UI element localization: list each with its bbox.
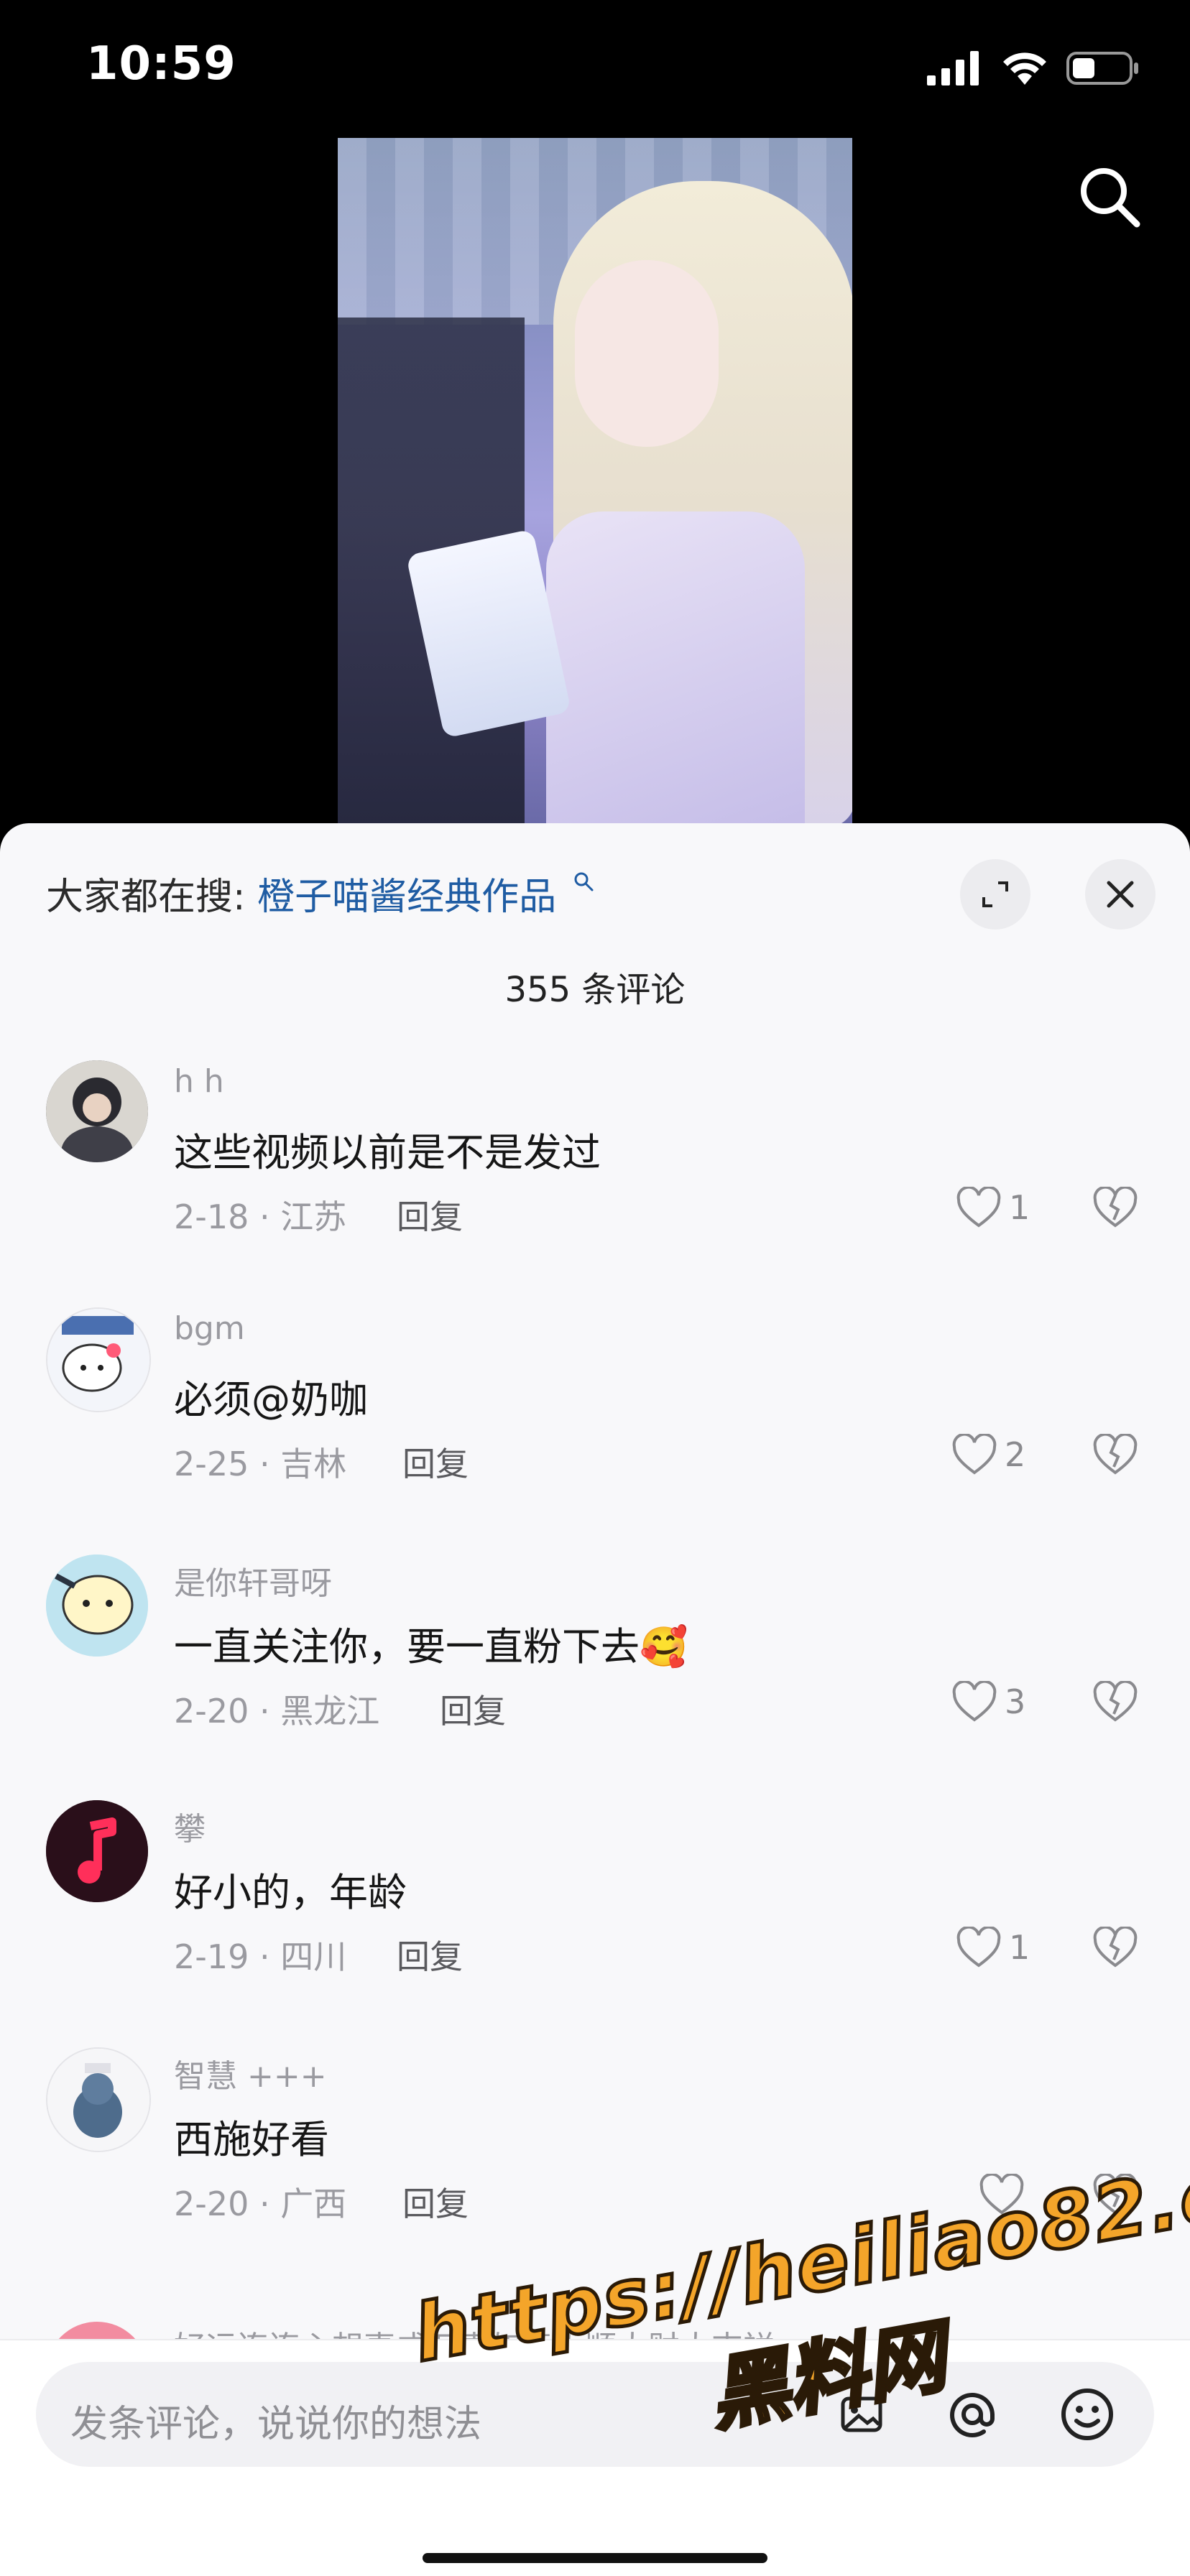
like-button[interactable]: 3 — [951, 1681, 1025, 1723]
emoji-button[interactable] — [1055, 2382, 1120, 2447]
heart-icon — [956, 1927, 1001, 1968]
comment-meta: 2-20 · 广西 — [174, 2184, 347, 2223]
heart-icon — [952, 1681, 997, 1722]
username[interactable]: 是你轩哥呀 — [174, 1557, 332, 1603]
comment-text: 必须@奶咖 — [174, 1377, 368, 1422]
video-player[interactable] — [338, 138, 852, 825]
comment-item: 是你轩哥呀 一直关注你，要一直粉下去🥰 2-20 · 黑龙江 回复 3 — [0, 1555, 1190, 1792]
search-suggestion: 大家都在搜: 橙子喵酱经典作品 — [46, 866, 594, 920]
comment-text: 一直关注你，要一直粉下去🥰 — [174, 1615, 688, 1672]
wifi-icon — [1003, 52, 1046, 85]
avatar-image — [47, 1309, 149, 1411]
like-count: 1 — [1009, 1928, 1030, 1967]
comment-meta: 2-25 · 吉林 — [174, 1445, 347, 1483]
avatar-image — [46, 1555, 148, 1657]
close-button[interactable] — [1085, 859, 1156, 930]
comment-item: h h 这些视频以前是不是发过 2-18 · 江苏 回复 1 — [0, 1060, 1190, 1297]
close-icon — [1107, 881, 1134, 908]
avatar[interactable] — [46, 2047, 151, 2152]
heart-icon — [952, 1434, 997, 1475]
avatar-image — [47, 2049, 149, 2151]
comment-meta: 2-19 · 四川 — [174, 1937, 347, 1976]
reply-button[interactable]: 回复 — [440, 1685, 506, 1733]
comments-count: 355 条评论 — [504, 970, 686, 1010]
like-button[interactable]: 1 — [956, 1187, 1030, 1228]
username[interactable]: 攀 — [174, 1803, 206, 1849]
comment-meta: 2-20 · 黑龙江 — [174, 1692, 380, 1731]
expand-icon — [982, 881, 1008, 907]
dislike-button[interactable] — [1092, 1432, 1138, 1478]
reply-button[interactable]: 回复 — [397, 1191, 463, 1238]
like-count: 1 — [1009, 1188, 1030, 1227]
dislike-button[interactable] — [1092, 1185, 1138, 1231]
avatar[interactable] — [46, 1307, 151, 1412]
like-button[interactable]: 1 — [956, 1927, 1030, 1968]
suggestion-link[interactable]: 橙子喵酱经典作品 — [257, 876, 556, 919]
broken-heart-icon — [1093, 1680, 1138, 1722]
comment-item: bgm 必须@奶咖 2-25 · 吉林 回复 2 — [0, 1307, 1190, 1544]
dislike-button[interactable] — [1092, 1925, 1138, 1971]
comment-text: 这些视频以前是不是发过 — [174, 1130, 601, 1175]
avatar[interactable] — [46, 1555, 148, 1657]
username[interactable]: bgm — [174, 1310, 245, 1347]
dislike-button[interactable] — [1092, 1680, 1138, 1725]
broken-heart-icon — [1093, 1432, 1138, 1475]
music-note-icon — [46, 1800, 148, 1902]
comment-item: 攀 好小的，年龄 2-19 · 四川 回复 1 — [0, 1800, 1190, 2037]
cellular-signal-icon — [927, 51, 979, 85]
reply-button[interactable]: 回复 — [402, 1438, 469, 1486]
username[interactable]: 智慧 +++ — [174, 2050, 327, 2096]
status-time: 10:59 — [86, 37, 236, 91]
video-subject-face — [575, 260, 719, 447]
reply-button[interactable]: 回复 — [402, 2178, 469, 2225]
search-icon — [1081, 168, 1140, 228]
status-icons — [927, 50, 1140, 86]
home-indicator — [423, 2553, 767, 2563]
search-button[interactable] — [1076, 164, 1141, 228]
like-count: 2 — [1005, 1435, 1026, 1474]
battery-icon — [1066, 52, 1138, 85]
avatar[interactable] — [46, 1060, 148, 1162]
comment-input-placeholder: 发条评论，说说你的想法 — [70, 2403, 482, 2446]
expand-button[interactable] — [960, 859, 1030, 930]
reply-button[interactable]: 回复 — [397, 1931, 463, 1978]
smiley-icon — [1061, 2389, 1113, 2440]
avatar[interactable] — [46, 1800, 148, 1902]
like-button[interactable]: 2 — [951, 1434, 1025, 1475]
avatar-image — [46, 1060, 148, 1162]
status-bar: 10:59 — [0, 0, 1190, 136]
broken-heart-icon — [1093, 1185, 1138, 1228]
broken-heart-icon — [1093, 1925, 1138, 1968]
username[interactable]: h h — [174, 1063, 224, 1100]
heart-icon — [956, 1187, 1001, 1228]
comment-text: 西施好看 — [174, 2117, 329, 2162]
comment-text: 好小的，年龄 — [174, 1870, 407, 1915]
suggestion-prefix: 大家都在搜: — [46, 876, 246, 919]
comment-emoji: 🥰 — [640, 1624, 688, 1669]
comment-text-body: 一直关注你，要一直粉下去 — [174, 1624, 640, 1669]
suggestion-search-icon — [574, 872, 594, 891]
like-count: 3 — [1005, 1682, 1026, 1721]
comment-meta: 2-18 · 江苏 — [174, 1197, 347, 1236]
video-subject-body — [546, 511, 805, 825]
